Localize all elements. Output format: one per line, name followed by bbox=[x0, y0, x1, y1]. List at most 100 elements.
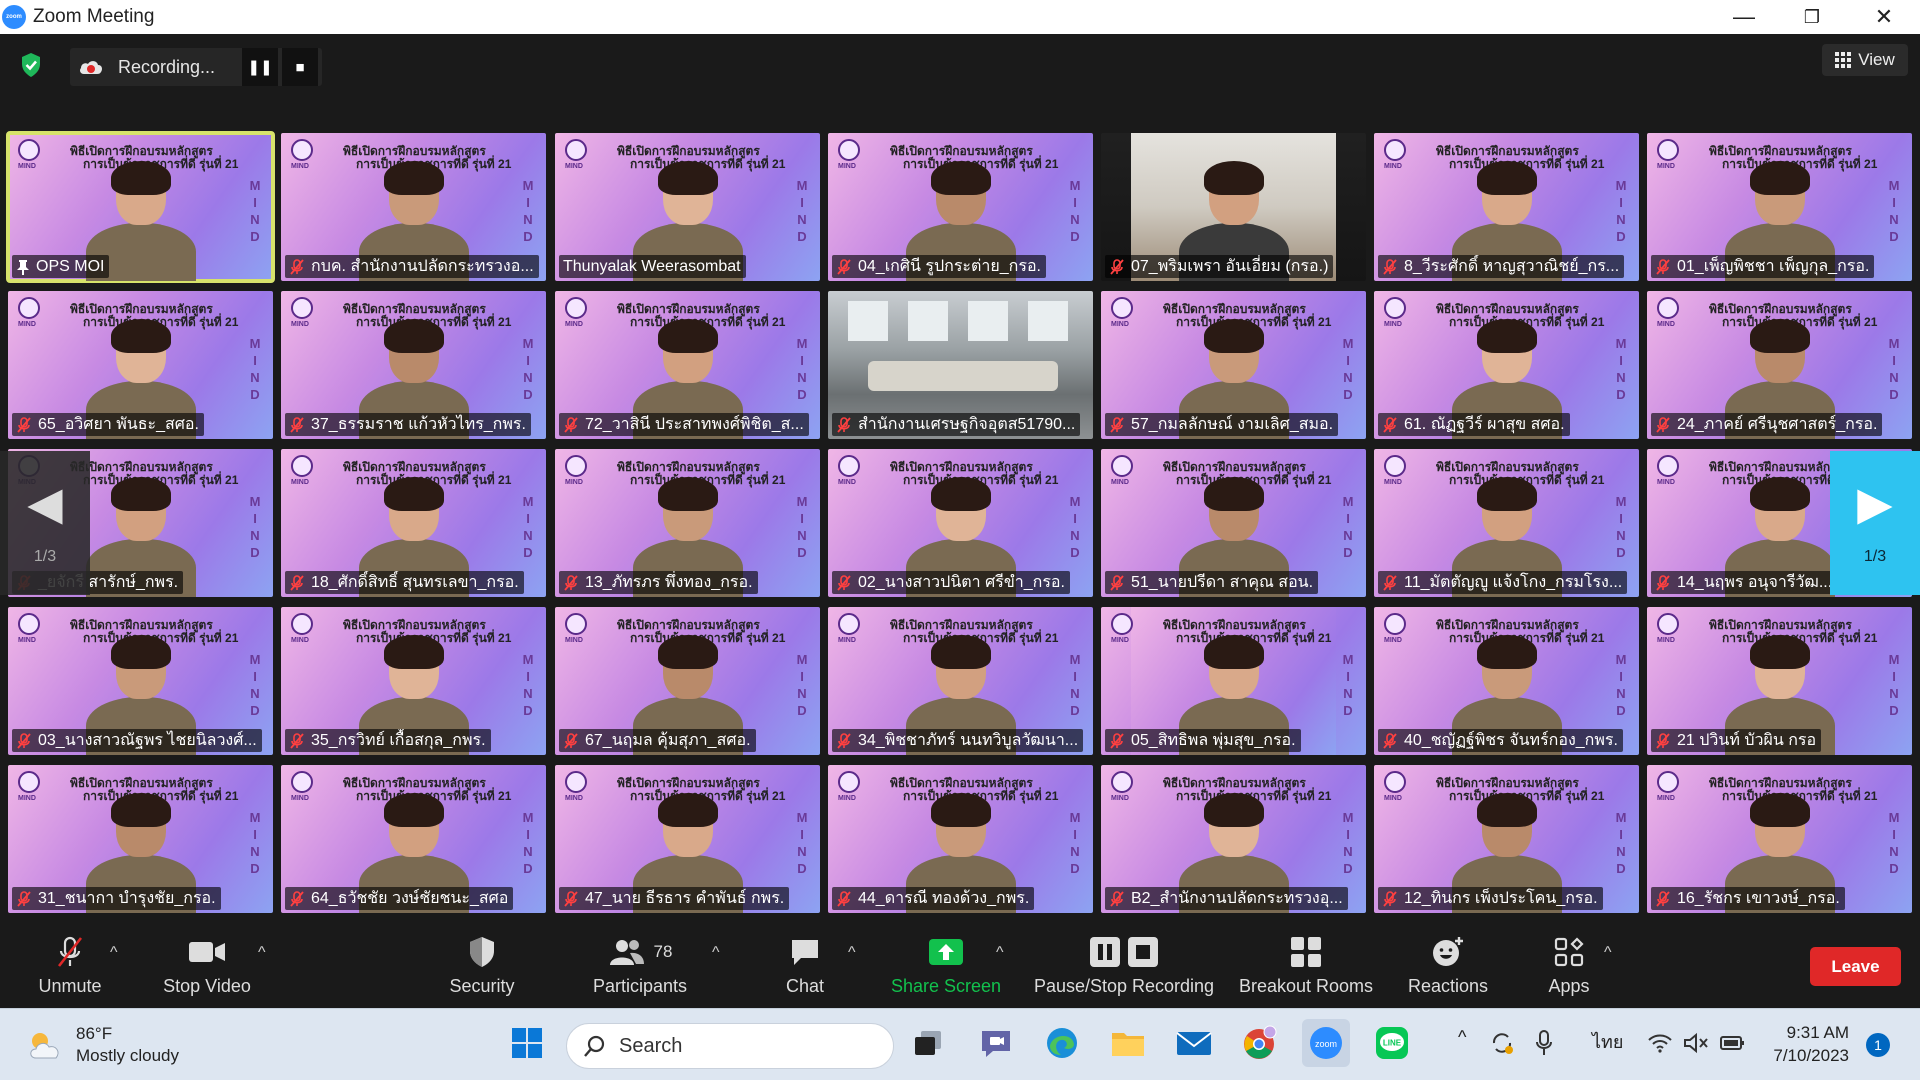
mind-logo-icon bbox=[1657, 297, 1679, 319]
line-icon[interactable]: LINE bbox=[1368, 1019, 1416, 1067]
participant-tile[interactable]: MINDพิธีเปิดการฝึกอบรมหลักสูตรการเป็นข้า… bbox=[281, 765, 546, 913]
participant-tile[interactable]: MINDพิธีเปิดการฝึกอบรมหลักสูตรการเป็นข้า… bbox=[1374, 291, 1639, 439]
participant-nameplate: 11_มัตตัญญู แจ้งโกง_กรมโรง... bbox=[1378, 571, 1628, 594]
participant-tile[interactable]: MINDพิธีเปิดการฝึกอบรมหลักสูตรการเป็นข้า… bbox=[1647, 607, 1912, 755]
teams-chat-icon[interactable] bbox=[972, 1019, 1020, 1067]
unmute-label: Unmute bbox=[38, 975, 102, 996]
participant-tile[interactable]: MINDพิธีเปิดการฝึกอบรมหลักสูตรการเป็นข้า… bbox=[1647, 765, 1912, 913]
participant-tile[interactable]: MINDพิธีเปิดการฝึกอบรมหลักสูตรการเป็นข้า… bbox=[1374, 449, 1639, 597]
mind-logo-text: MIND bbox=[1384, 637, 1402, 644]
side-letter: I bbox=[1619, 353, 1623, 368]
side-letter: M bbox=[249, 178, 261, 193]
participant-tile[interactable]: MINDพิธีเปิดการฝึกอบรมหลักสูตรการเป็นข้า… bbox=[555, 449, 820, 597]
participant-tile[interactable]: MINDพิธีเปิดการฝึกอบรมหลักสูตรการเป็นข้า… bbox=[1374, 607, 1639, 755]
participant-tile[interactable]: MINDพิธีเปิดการฝึกอบรมหลักสูตรการเป็นข้า… bbox=[1647, 133, 1912, 281]
previous-page-button[interactable]: ◀ 1/3 bbox=[0, 451, 90, 595]
video-options-caret-icon[interactable]: ^ bbox=[258, 944, 266, 962]
minimize-button[interactable]: — bbox=[1710, 0, 1778, 34]
participant-tile[interactable]: MINDพิธีเปิดการฝึกอบรมหลักสูตรการเป็นข้า… bbox=[1101, 449, 1366, 597]
participant-name: OPS MOI bbox=[36, 257, 105, 275]
unmute-button[interactable]: Unmute bbox=[20, 922, 120, 1008]
edge-icon[interactable] bbox=[1038, 1019, 1086, 1067]
close-button[interactable]: ✕ bbox=[1850, 0, 1918, 34]
participant-tile[interactable]: MINDพิธีเปิดการฝึกอบรมหลักสูตรการเป็นข้า… bbox=[8, 291, 273, 439]
windows-start-icon[interactable] bbox=[503, 1019, 551, 1067]
pause-stop-recording-button[interactable]: Pause/Stop Recording bbox=[1030, 922, 1218, 1008]
participant-nameplate: 61. ณัฏฐวีร์ ผาสุข สศอ. bbox=[1378, 413, 1570, 436]
participant-tile[interactable]: MINDพิธีเปิดการฝึกอบรมหลักสูตรการเป็นข้า… bbox=[1374, 765, 1639, 913]
speaker-muted-icon[interactable] bbox=[1678, 1019, 1714, 1067]
language-indicator[interactable]: ไทย bbox=[1592, 1027, 1623, 1056]
share-screen-button[interactable]: Share Screen bbox=[886, 922, 1006, 1008]
side-mind-letters: MIND bbox=[796, 493, 808, 561]
leave-button[interactable]: Leave bbox=[1810, 947, 1901, 986]
participant-tile[interactable]: MINDพิธีเปิดการฝึกอบรมหลักสูตรการเป็นข้า… bbox=[828, 449, 1093, 597]
participant-tile[interactable]: MINDพิธีเปิดการฝึกอบรมหลักสูตรการเป็นข้า… bbox=[281, 607, 546, 755]
participant-name: กบค. สำนักงานปลัดกระทรวงอ... bbox=[311, 258, 534, 275]
participant-tile[interactable]: MINDพิธีเปิดการฝึกอบรมหลักสูตรการเป็นข้า… bbox=[828, 607, 1093, 755]
mail-icon[interactable] bbox=[1170, 1019, 1218, 1067]
participant-tile[interactable]: MINDพิธีเปิดการฝึกอบรมหลักสูตรการเป็นข้า… bbox=[281, 449, 546, 597]
sync-icon[interactable] bbox=[1484, 1019, 1520, 1067]
microphone-in-use-icon[interactable] bbox=[1526, 1019, 1562, 1067]
weather-widget[interactable]: 86°F Mostly cloudy bbox=[26, 1023, 179, 1067]
wifi-icon[interactable] bbox=[1642, 1019, 1678, 1067]
side-letter: N bbox=[1616, 686, 1626, 701]
participant-tile[interactable]: สำนักงานเศรษฐกิจอุตส51790... bbox=[828, 291, 1093, 439]
apps-caret-icon[interactable]: ^ bbox=[1604, 944, 1612, 962]
next-page-button[interactable]: ▶ 1/3 bbox=[1830, 451, 1920, 595]
audio-options-caret-icon[interactable]: ^ bbox=[110, 944, 118, 962]
share-screen-caret-icon[interactable]: ^ bbox=[996, 944, 1004, 962]
participant-tile[interactable]: MINDพิธีเปิดการฝึกอบรมหลักสูตรการเป็นข้า… bbox=[1101, 607, 1366, 755]
reactions-button[interactable]: Reactions bbox=[1400, 922, 1496, 1008]
person-hair bbox=[930, 793, 991, 827]
show-hidden-icons-chevron-icon[interactable]: ^ bbox=[1458, 1027, 1466, 1048]
stop-video-button[interactable]: Stop Video bbox=[152, 922, 262, 1008]
participant-tile[interactable]: MINDพิธีเปิดการฝึกอบรมหลักสูตรการเป็นข้า… bbox=[828, 765, 1093, 913]
side-letter: D bbox=[1616, 229, 1626, 244]
security-button[interactable]: Security bbox=[432, 922, 532, 1008]
security-shield-icon[interactable] bbox=[16, 50, 46, 80]
participant-tile[interactable]: MINDพิธีเปิดการฝึกอบรมหลักสูตรการเป็นข้า… bbox=[1374, 133, 1639, 281]
chat-button[interactable]: Chat bbox=[760, 922, 850, 1008]
participants-caret-icon[interactable]: ^ bbox=[712, 944, 720, 962]
view-button[interactable]: View bbox=[1822, 44, 1908, 76]
apps-button[interactable]: Apps bbox=[1524, 922, 1614, 1008]
battery-icon[interactable] bbox=[1714, 1019, 1750, 1067]
weather-condition: Mostly cloudy bbox=[76, 1046, 179, 1065]
participant-tile[interactable]: MINDพิธีเปิดการฝึกอบรมหลักสูตรการเป็นข้า… bbox=[8, 607, 273, 755]
side-letter: I bbox=[1892, 827, 1896, 842]
pause-recording-button[interactable]: ❚❚ bbox=[242, 48, 278, 86]
meeting-area: MIND พิธีเปิดการฝึกอบรมหลักสูตร การเป็นข้า… bbox=[0, 34, 1920, 922]
task-view-icon[interactable] bbox=[904, 1019, 952, 1067]
file-explorer-icon[interactable] bbox=[1104, 1019, 1152, 1067]
participant-tile[interactable]: MINDพิธีเปิดการฝึกอบรมหลักสูตรการเป็นข้า… bbox=[555, 133, 820, 281]
participant-tile[interactable]: 07_พริมเพรา อันเอี่ยม (กรอ.) bbox=[1101, 133, 1366, 281]
participant-tile[interactable]: MINDพิธีเปิดการฝึกอบรมหลักสูตรการเป็นข้า… bbox=[6, 131, 275, 283]
taskbar-search-box[interactable]: Search bbox=[566, 1023, 894, 1069]
chrome-icon[interactable] bbox=[1236, 1019, 1284, 1067]
participant-tile[interactable]: MINDพิธีเปิดการฝึกอบรมหลักสูตรการเป็นข้า… bbox=[555, 291, 820, 439]
participants-button[interactable]: 78 Participants bbox=[585, 922, 695, 1008]
maximize-button[interactable]: ❐ bbox=[1778, 0, 1846, 34]
chat-caret-icon[interactable]: ^ bbox=[848, 944, 856, 962]
notification-badge[interactable]: 1 bbox=[1866, 1033, 1890, 1057]
participant-tile[interactable]: MINDพิธีเปิดการฝึกอบรมหลักสูตรการเป็นข้า… bbox=[281, 133, 546, 281]
zoom-icon[interactable]: zoom bbox=[1302, 1019, 1350, 1067]
participant-tile[interactable]: MINDพิธีเปิดการฝึกอบรมหลักสูตรการเป็นข้า… bbox=[1101, 765, 1366, 913]
participant-tile[interactable]: MINDพิธีเปิดการฝึกอบรมหลักสูตรการเป็นข้า… bbox=[1647, 291, 1912, 439]
side-letter: N bbox=[1889, 212, 1899, 227]
participant-tile[interactable]: MINDพิธีเปิดการฝึกอบรมหลักสูตรการเป็นข้า… bbox=[1101, 291, 1366, 439]
side-letter: I bbox=[1619, 511, 1623, 526]
side-letter: M bbox=[1069, 494, 1081, 509]
participant-nameplate: 31_ชนากา บำรุงชัย_กรอ. bbox=[12, 887, 221, 910]
participant-tile[interactable]: MINDพิธีเปิดการฝึกอบรมหลักสูตรการเป็นข้า… bbox=[828, 133, 1093, 281]
breakout-rooms-button[interactable]: Breakout Rooms bbox=[1236, 922, 1376, 1008]
participant-tile[interactable]: MINDพิธีเปิดการฝึกอบรมหลักสูตรการเป็นข้า… bbox=[8, 765, 273, 913]
side-mind-letters: MIND bbox=[522, 493, 534, 561]
participant-tile[interactable]: MINDพิธีเปิดการฝึกอบรมหลักสูตรการเป็นข้า… bbox=[281, 291, 546, 439]
system-clock[interactable]: 9:31 AM 7/10/2023 bbox=[1757, 1021, 1849, 1067]
participant-tile[interactable]: MINDพิธีเปิดการฝึกอบรมหลักสูตรการเป็นข้า… bbox=[555, 765, 820, 913]
participant-tile[interactable]: MINDพิธีเปิดการฝึกอบรมหลักสูตรการเป็นข้า… bbox=[555, 607, 820, 755]
stop-recording-button[interactable]: ■ bbox=[282, 48, 318, 86]
